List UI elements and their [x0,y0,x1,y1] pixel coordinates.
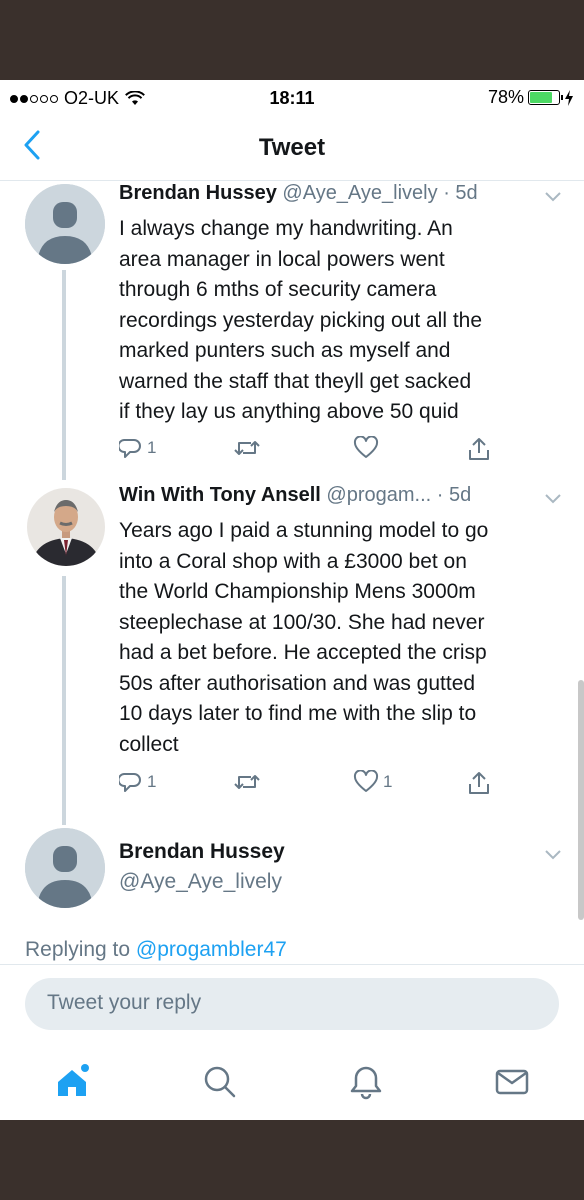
tweet-line: area manager in local powers went [119,247,445,271]
avatar-default[interactable] [25,828,105,908]
tweet-line: marked punters such as myself and [119,339,451,362]
tweet-line: recordings yesterday picking out all the [119,308,483,332]
tweet-1[interactable]: Brendan Hussey @Aye_Aye_lively · 5d I al… [0,180,584,480]
battery-percent: 78% [487,87,524,107]
tweet-line: I always change my handwriting. An [119,217,453,240]
tweet-header: Brendan Hussey @Aye_Aye_lively · 5d [119,182,478,205]
tweet-line: 10 days later to find me with the slip t… [119,702,477,725]
author-handle[interactable]: @progam... [326,484,431,506]
composer-name: Brendan Hussey [119,840,285,863]
tweet-line: steeplechase at 100/30. She had never [119,610,485,634]
reply-icon [119,773,141,792]
tweet-line: had a bet before. He accepted the crisp [119,641,487,664]
reply-button[interactable]: 1 [119,436,156,460]
author-name[interactable]: Brendan Hussey [119,182,277,204]
reply-count: 1 [147,438,157,457]
device-frame-bottom [0,1120,584,1200]
search-icon[interactable] [200,1062,240,1102]
author-name[interactable]: Win With Tony Ansell [119,484,321,506]
reply-box[interactable] [25,978,559,1030]
share-icon [469,438,489,460]
heart-icon [353,436,379,458]
tweet-actions: 1 [119,436,519,466]
battery-icon [528,90,563,105]
avatar-default[interactable] [25,184,105,264]
scroll-indicator[interactable] [578,680,584,920]
navigation-bar: Tweet [0,114,584,181]
tweet-line: the World Championship Mens 3000m [119,580,476,603]
tweet-line: Years ago I paid a stunning model to go [119,519,489,542]
reply-button[interactable]: 1 [119,770,156,794]
tweet-line: into a Coral shop with a £3000 bet on [119,549,467,573]
retweet-button[interactable] [233,770,265,794]
tweet-line: collect [119,732,179,756]
like-button[interactable] [353,436,383,460]
status-bar: O2-UK 18:11 78% [0,80,584,114]
default-avatar-icon [25,184,105,264]
home-icon[interactable] [52,1062,92,1102]
heart-icon [353,770,379,792]
battery-status: 78% [488,87,574,108]
like-count: 1 [383,772,393,791]
reply-count: 1 [147,772,157,791]
profile-photo [27,488,105,566]
tweet-time: · 5d [443,182,478,204]
notifications-icon[interactable] [346,1062,386,1102]
chevron-down-icon[interactable] [544,191,562,203]
author-handle[interactable]: @Aye_Aye_lively [282,182,437,204]
reply-input[interactable] [45,990,529,1016]
chevron-down-icon[interactable] [544,849,562,861]
thread-line [62,576,66,825]
tab-bar [0,1046,584,1120]
phone-screen: O2-UK 18:11 78% Tweet Brendan Hussey @Ay… [0,80,584,1120]
tweet-actions: 1 1 [119,770,519,800]
messages-icon[interactable] [492,1062,532,1102]
replying-to-mention[interactable]: @progambler47 [136,938,287,961]
thread-line [62,270,66,480]
charging-icon [565,89,573,106]
tweet-2[interactable]: Win With Tony Ansell @progam... · 5d Yea… [0,480,584,825]
chevron-down-icon[interactable] [544,493,562,505]
tweet-text: I always change my handwriting. An area … [119,214,559,428]
device-frame-top [0,0,584,80]
tweet-line: warned the staff that theyll get sacked [119,369,472,393]
composer-user: Brendan Hussey @Aye_Aye_lively [0,825,584,935]
avatar-tony-ansell[interactable] [27,488,105,566]
retweet-icon [234,441,260,455]
retweet-button[interactable] [233,436,265,460]
tweet-line: if they lay us anything above 50 quid [119,400,459,423]
tweet-text: Years ago I paid a stunning model to go … [119,516,559,760]
composer-name-block: Brendan Hussey @Aye_Aye_lively [119,840,285,894]
share-button[interactable] [467,770,491,796]
divider [0,964,584,965]
replying-to-label: Replying to [25,938,131,961]
tweet-line: through 6 mths of security camera [119,278,437,301]
replying-to: Replying to @progambler47 [25,938,287,962]
share-button[interactable] [467,436,491,462]
like-button[interactable]: 1 [353,770,392,794]
default-avatar-icon [25,828,105,908]
composer-handle: @Aye_Aye_lively [119,870,282,893]
tweet-header: Win With Tony Ansell @progam... · 5d [119,484,471,507]
reply-icon [119,439,141,458]
share-icon [469,772,489,794]
tweet-time: · 5d [436,484,472,506]
page-title: Tweet [258,134,326,161]
tweet-line: 50s after authorisation and was gutted [119,671,476,695]
retweet-icon [234,775,260,789]
